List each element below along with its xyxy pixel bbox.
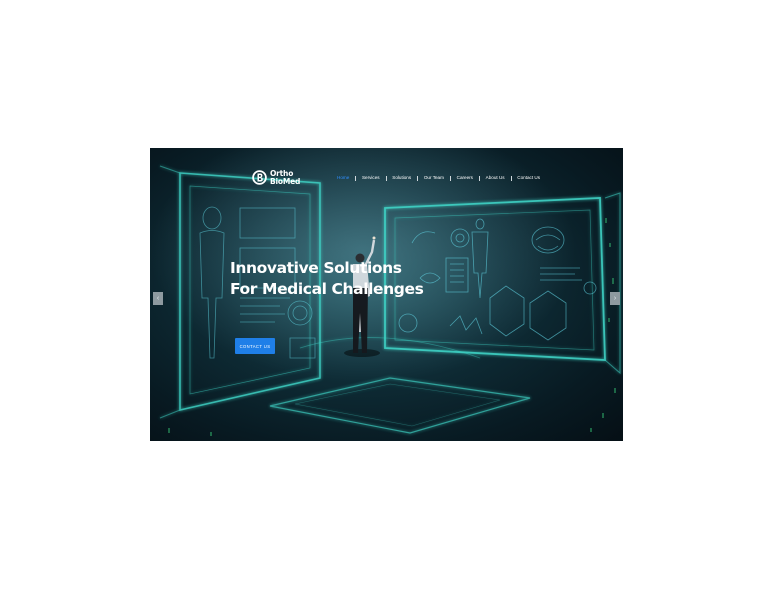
nav-item-about-us[interactable]: About Us <box>486 174 505 182</box>
nav-item-services[interactable]: Services <box>362 174 380 182</box>
slider-prev-button[interactable]: ‹ <box>153 292 163 305</box>
nav-divider <box>417 175 418 181</box>
page: Ortho BioMed Home Services Solutions Our… <box>0 0 768 612</box>
nav-item-solutions[interactable]: Solutions <box>392 174 411 182</box>
brand-logo[interactable]: Ortho BioMed <box>252 169 300 186</box>
slider-next-button[interactable]: › <box>610 292 620 305</box>
main-nav: Home Services Solutions Our Team Careers… <box>337 174 540 182</box>
chevron-right-icon: › <box>613 295 617 302</box>
nav-item-contact-us[interactable]: Contact Us <box>517 174 540 182</box>
nav-divider <box>478 175 480 181</box>
hero-headline-line1: Innovative Solutions <box>230 259 402 277</box>
hero-headline: Innovative Solutions For Medical Challen… <box>230 258 424 300</box>
hero-headline-line2: For Medical Challenges <box>230 280 424 298</box>
nav-divider <box>385 175 387 181</box>
nav-divider <box>449 175 451 181</box>
nav-divider <box>510 175 512 181</box>
nav-divider <box>355 175 356 181</box>
contact-us-button[interactable]: CONTACT US <box>235 338 275 354</box>
chevron-left-icon: ‹ <box>156 295 160 302</box>
nav-item-home[interactable]: Home <box>337 174 349 182</box>
ob-monogram-icon <box>252 170 267 185</box>
nav-item-careers[interactable]: Careers <box>457 174 473 182</box>
hero-slider: Ortho BioMed Home Services Solutions Our… <box>150 148 623 441</box>
brand-name-line2: BioMed <box>270 176 301 186</box>
nav-item-our-team[interactable]: Our Team <box>424 174 444 182</box>
